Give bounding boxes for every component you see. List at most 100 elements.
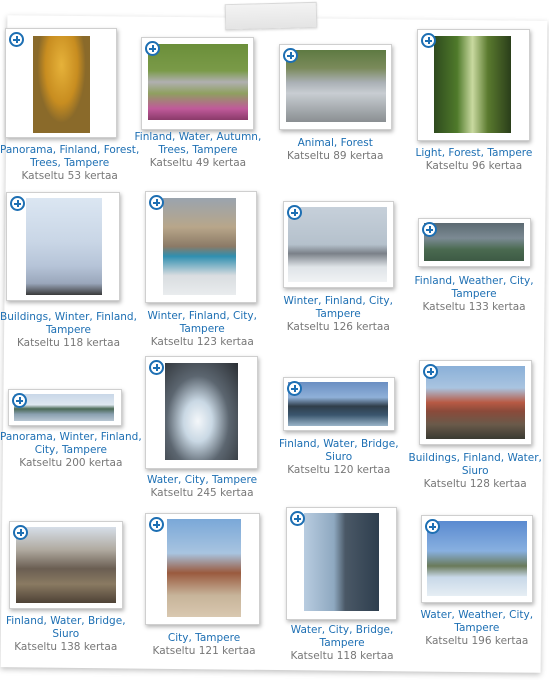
views-label: Katseltu xyxy=(14,641,58,653)
photo-thumbnail[interactable] xyxy=(26,198,102,295)
tag-link[interactable]: Tampere xyxy=(180,323,225,335)
add-plus-icon[interactable] xyxy=(421,33,436,48)
tag-link[interactable]: Finland xyxy=(415,275,453,287)
add-plus-icon[interactable] xyxy=(425,519,440,534)
tag-link[interactable]: Tampere xyxy=(320,637,365,649)
photo-thumbnail[interactable] xyxy=(424,223,524,261)
tag-link[interactable]: Tampere xyxy=(316,308,361,320)
views-number: 200 xyxy=(65,457,86,469)
tag-link[interactable]: City xyxy=(168,632,189,644)
tag-link[interactable]: Siuro xyxy=(52,628,79,640)
add-plus-icon[interactable] xyxy=(283,48,298,63)
views-suffix: kertaa xyxy=(212,157,247,169)
tag-link[interactable]: Water xyxy=(421,609,452,621)
tag-link[interactable]: City xyxy=(510,275,531,287)
tag-link[interactable]: Tampere xyxy=(46,324,91,336)
photo-thumbnail[interactable] xyxy=(288,382,388,426)
tag-link[interactable]: Autumn xyxy=(216,131,258,143)
tag-link[interactable]: Finland xyxy=(279,438,317,450)
tag-link[interactable]: Forest xyxy=(341,137,373,149)
tag-link[interactable]: City xyxy=(328,624,349,636)
tag-link[interactable]: Water xyxy=(179,131,210,143)
add-plus-icon[interactable] xyxy=(423,364,438,379)
photo-thumbnail[interactable] xyxy=(434,36,511,133)
photo-thumbnail[interactable] xyxy=(304,513,379,611)
tag-link[interactable]: Tampere xyxy=(195,632,240,644)
add-plus-icon[interactable] xyxy=(290,511,305,526)
add-plus-icon[interactable] xyxy=(12,393,27,408)
tag-link[interactable]: Animal xyxy=(298,137,334,149)
photo-thumbnail[interactable] xyxy=(288,207,387,282)
tag-link[interactable]: Panorama xyxy=(0,431,53,443)
tag-link[interactable]: Buildings xyxy=(409,452,457,464)
tag-link[interactable]: Winter xyxy=(148,310,183,322)
add-plus-icon[interactable] xyxy=(287,381,302,396)
photo-thumbnail[interactable] xyxy=(14,394,114,421)
tag-link[interactable]: Panorama xyxy=(0,144,53,156)
tag-link[interactable]: Finland xyxy=(59,144,97,156)
photo-thumbnail[interactable] xyxy=(427,521,527,596)
tag-list: Panorama, Finland, Forest, Trees, Tamper… xyxy=(0,144,140,169)
tag-link[interactable]: Forest xyxy=(448,147,480,159)
tag-link[interactable]: City xyxy=(233,310,254,322)
tag-link[interactable]: Finland xyxy=(325,295,363,307)
add-plus-icon[interactable] xyxy=(287,205,302,220)
tag-link[interactable]: Tampere xyxy=(192,144,237,156)
tag-link[interactable]: Siuro xyxy=(462,465,489,477)
tag-link[interactable]: City xyxy=(35,444,56,456)
tag-link[interactable]: City xyxy=(509,609,530,621)
photo-thumbnail[interactable] xyxy=(33,36,90,133)
add-plus-icon[interactable] xyxy=(149,195,164,210)
add-plus-icon[interactable] xyxy=(149,360,164,375)
photo-thumbnail[interactable] xyxy=(165,363,238,460)
views-number: 89 xyxy=(333,150,347,162)
tag-link[interactable]: Water xyxy=(291,624,322,636)
tag-link[interactable]: Finland xyxy=(189,310,227,322)
add-plus-icon[interactable] xyxy=(13,525,28,540)
add-plus-icon[interactable] xyxy=(9,32,24,47)
tag-link[interactable]: Winter xyxy=(55,311,90,323)
photo-thumbnail[interactable] xyxy=(16,527,116,603)
photo-thumbnail[interactable] xyxy=(286,50,386,122)
tag-link[interactable]: Bridge xyxy=(88,615,122,627)
tag-link[interactable]: Light xyxy=(416,147,442,159)
photo-thumbnail[interactable] xyxy=(148,44,248,120)
tag-link[interactable]: Finland xyxy=(101,431,139,443)
photo-thumbnail[interactable] xyxy=(167,519,241,617)
photo-thumbnail[interactable] xyxy=(426,366,525,439)
add-plus-icon[interactable] xyxy=(422,222,437,237)
tag-link[interactable]: Water xyxy=(507,452,538,464)
tag-list: Buildings, Finland, Water, Siuro xyxy=(408,452,542,477)
tag-link[interactable]: Finland xyxy=(6,615,44,627)
tag-link[interactable]: Weather xyxy=(459,275,503,287)
tag-link[interactable]: Tampere xyxy=(64,157,109,169)
tag-link[interactable]: Water xyxy=(50,615,81,627)
tag-link[interactable]: Water xyxy=(147,474,178,486)
tag-link[interactable]: Bridge xyxy=(361,438,395,450)
add-plus-icon[interactable] xyxy=(149,517,164,532)
photo-thumbnail[interactable] xyxy=(163,198,236,295)
tag-link[interactable]: Buildings xyxy=(0,311,48,323)
tag-link[interactable]: Tampere xyxy=(212,474,257,486)
add-plus-icon[interactable] xyxy=(10,196,25,211)
tag-link[interactable]: Finland xyxy=(135,131,173,143)
tag-link[interactable]: Winter xyxy=(59,431,94,443)
tag-link[interactable]: Bridge xyxy=(356,624,390,636)
tag-link[interactable]: Trees xyxy=(30,157,57,169)
tag-link[interactable]: Finland xyxy=(96,311,134,323)
tag-link[interactable]: Winter xyxy=(284,295,319,307)
tag-link[interactable]: Tampere xyxy=(452,288,497,300)
view-count: Katseltu 53 kertaa xyxy=(0,170,139,183)
tag-link[interactable]: City xyxy=(185,474,206,486)
add-plus-icon[interactable] xyxy=(145,41,160,56)
tag-link[interactable]: City xyxy=(369,295,390,307)
tag-link[interactable]: Finland xyxy=(463,452,501,464)
tag-link[interactable]: Weather xyxy=(458,609,502,621)
tag-link[interactable]: Water xyxy=(323,438,354,450)
tag-link[interactable]: Tampere xyxy=(62,444,107,456)
tag-link[interactable]: Tampere xyxy=(487,147,532,159)
tag-link[interactable]: Tampere xyxy=(454,622,499,634)
tag-link[interactable]: Siuro xyxy=(325,451,352,463)
tag-link[interactable]: Trees xyxy=(158,144,185,156)
tag-link[interactable]: Forest xyxy=(104,144,136,156)
